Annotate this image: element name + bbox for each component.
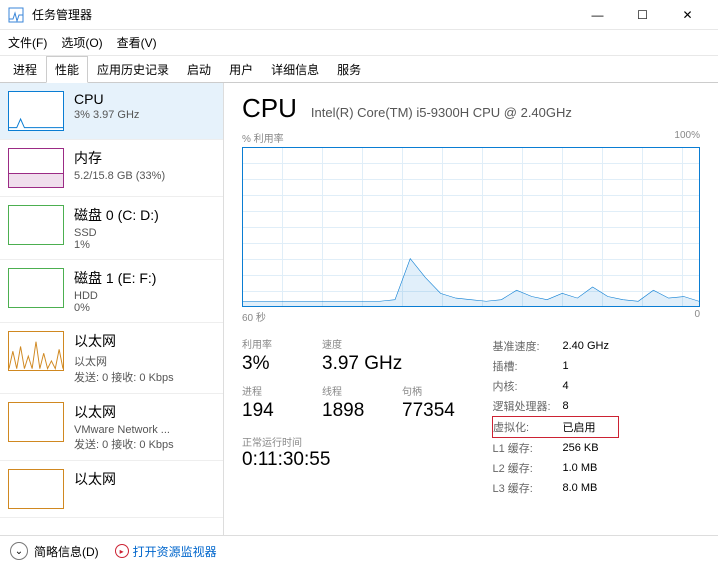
threads-value: 1898 <box>322 400 382 422</box>
mem-thumb-icon <box>8 148 64 188</box>
virt-value: 已启用 <box>563 417 619 438</box>
cpu-chart <box>242 147 700 307</box>
speed-value: 3.97 GHz <box>322 353 402 375</box>
chart-label-topleft: % 利用率 <box>242 130 284 145</box>
cpu-name: Intel(R) Core(TM) i5-9300H CPU @ 2.40GHz <box>311 105 572 120</box>
l2-value: 1.0 MB <box>563 458 619 478</box>
open-resource-monitor-link[interactable]: ▸ 打开资源监视器 <box>115 543 217 560</box>
eth-thumb-icon <box>8 402 64 442</box>
sidebar-item-sub: 5.2/15.8 GB (33%) <box>74 170 215 182</box>
tab-processes[interactable]: 进程 <box>4 56 46 83</box>
util-value: 3% <box>242 353 302 375</box>
sockets-value: 1 <box>563 356 619 376</box>
disk-thumb-icon <box>8 268 64 308</box>
l3-value: 8.0 MB <box>563 478 619 498</box>
sidebar-item-eth-4[interactable]: 以太网以太网发送: 0 接收: 0 Kbps <box>0 323 223 394</box>
titlebar: 任务管理器 — ☐ ✕ <box>0 0 718 30</box>
menu-file[interactable]: 文件(F) <box>8 34 47 51</box>
l1-value: 256 KB <box>563 438 619 459</box>
tab-bar: 进程 性能 应用历史记录 启动 用户 详细信息 服务 <box>0 56 718 83</box>
disk-thumb-icon <box>8 205 64 245</box>
sidebar-item-title: CPU <box>74 91 215 107</box>
threads-label: 线程 <box>322 383 382 398</box>
chart-label-topright: 100% <box>674 130 700 145</box>
close-button[interactable]: ✕ <box>665 1 710 29</box>
handles-value: 77354 <box>402 400 462 422</box>
uptime-value: 0:11:30:55 <box>242 449 462 471</box>
sidebar-item-sub: 以太网 <box>74 353 215 369</box>
sidebar[interactable]: CPU 3% 3.97 GHz 内存 5.2/15.8 GB (33%) 磁盘 0 (C… <box>0 83 224 543</box>
tab-history[interactable]: 应用历史记录 <box>88 56 178 83</box>
sidebar-item-sub: HDD <box>74 290 215 302</box>
base-speed-value: 2.40 GHz <box>563 336 619 356</box>
sidebar-item-title: 以太网 <box>74 331 215 351</box>
util-label: 利用率 <box>242 336 302 351</box>
window-title: 任务管理器 <box>32 6 575 23</box>
tab-details[interactable]: 详细信息 <box>262 56 328 83</box>
tab-users[interactable]: 用户 <box>220 56 262 83</box>
sidebar-item-sub: 3% 3.97 GHz <box>74 109 215 121</box>
sidebar-item-title: 以太网 <box>74 402 215 422</box>
sidebar-item-sub2: 发送: 0 接收: 0 Kbps <box>74 436 215 452</box>
cores-value: 4 <box>563 376 619 396</box>
fewer-details-button[interactable]: ⌄ 简略信息(D) <box>10 542 99 560</box>
sidebar-item-sub2: 0% <box>74 302 215 314</box>
maximize-button[interactable]: ☐ <box>620 1 665 29</box>
app-icon <box>8 7 24 23</box>
tab-startup[interactable]: 启动 <box>178 56 220 83</box>
handles-label: 句柄 <box>402 383 462 398</box>
main-title: CPU <box>242 93 297 124</box>
tab-services[interactable]: 服务 <box>328 56 370 83</box>
tab-performance[interactable]: 性能 <box>46 56 88 83</box>
sidebar-item-title: 以太网 <box>74 469 215 489</box>
sidebar-item-eth-5[interactable]: 以太网 VMware Network ...发送: 0 接收: 0 Kbps <box>0 394 223 461</box>
sidebar-item-sub2: 1% <box>74 239 215 251</box>
sidebar-item-sub: VMware Network ... <box>74 424 215 436</box>
eth-thumb-icon <box>8 331 64 371</box>
menubar: 文件(F) 选项(O) 查看(V) <box>0 30 718 56</box>
sidebar-item-eth-6[interactable]: 以太网 <box>0 461 223 518</box>
sidebar-item-sub: SSD <box>74 227 215 239</box>
chart-label-bottomright: 0 <box>694 309 700 324</box>
sidebar-item-disk-3[interactable]: 磁盘 1 (E: F:) HDD0% <box>0 260 223 323</box>
proc-value: 194 <box>242 400 302 422</box>
stats-right: 基准速度:2.40 GHz 插槽:1 内核:4 逻辑处理器:8 虚拟化:已启用 … <box>492 336 619 498</box>
sidebar-item-sub2: 发送: 0 接收: 0 Kbps <box>74 369 215 385</box>
sidebar-item-title: 内存 <box>74 148 215 168</box>
main-panel: CPU Intel(R) Core(TM) i5-9300H CPU @ 2.4… <box>224 83 718 543</box>
cpu-thumb-icon <box>8 91 64 131</box>
menu-options[interactable]: 选项(O) <box>61 34 102 51</box>
logical-value: 8 <box>563 396 619 417</box>
sidebar-item-title: 磁盘 1 (E: F:) <box>74 268 215 288</box>
minimize-button[interactable]: — <box>575 1 620 29</box>
footer: ⌄ 简略信息(D) ▸ 打开资源监视器 <box>0 535 718 566</box>
sidebar-item-cpu-0[interactable]: CPU 3% 3.97 GHz <box>0 83 223 140</box>
eth-thumb-icon <box>8 469 64 509</box>
uptime-label: 正常运行时间 <box>242 434 462 449</box>
speed-label: 速度 <box>322 336 402 351</box>
sidebar-item-mem-1[interactable]: 内存 5.2/15.8 GB (33%) <box>0 140 223 197</box>
chevron-down-icon: ⌄ <box>10 542 28 560</box>
proc-label: 进程 <box>242 383 302 398</box>
resource-monitor-icon: ▸ <box>115 544 129 558</box>
chart-label-bottomleft: 60 秒 <box>242 309 266 324</box>
menu-view[interactable]: 查看(V) <box>117 34 157 51</box>
sidebar-item-title: 磁盘 0 (C: D:) <box>74 205 215 225</box>
sidebar-item-disk-2[interactable]: 磁盘 0 (C: D:) SSD1% <box>0 197 223 260</box>
